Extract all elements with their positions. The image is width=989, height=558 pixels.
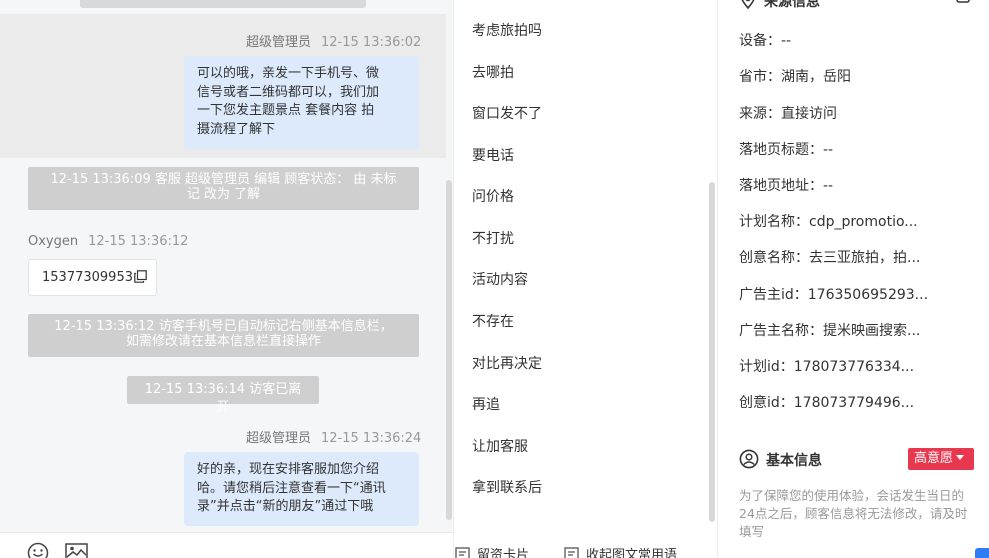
info-device: 设备：-- — [739, 33, 792, 49]
chat-panel: 超级管理员 12-15 13:36:02 可以的哦，亲发一下手机号、微 信号或者二… — [0, 0, 453, 532]
system-message: 12-15 13:36:09 客服 超级管理员 编辑 顾客状态： 由 未标 记 … — [28, 167, 419, 210]
copy-icon[interactable] — [134, 270, 147, 283]
quick-reply-item[interactable]: 考虑旅拍吗 — [472, 20, 542, 40]
agent-message-bubble: 好的亲，现在安排客服加您介绍 哈。请您稍后注意查看一下“通讯 录”并点击“新的朋… — [184, 452, 419, 526]
sender-name: Oxygen — [28, 234, 79, 249]
quick-reply-item[interactable]: 再追 — [472, 394, 500, 414]
caret-down-icon — [956, 455, 965, 460]
quick-reply-panel: 考虑旅拍吗 去哪拍 窗口发不了 要电话 问价格 不打扰 活动内容 不存在 对比再… — [453, 0, 717, 558]
lead-card-label: 留资卡片 — [477, 548, 530, 558]
edit-icon[interactable] — [956, 0, 970, 4]
quick-reply-item[interactable]: 窗口发不了 — [472, 103, 542, 123]
system-message-line: 记 改为 了解 — [186, 187, 261, 202]
system-message-line: 12-15 13:36:12 访客手机号已自动标记右侧基本信息栏， — [54, 319, 393, 334]
sender-name: 超级管理员 — [246, 431, 312, 446]
quick-reply-item[interactable]: 要电话 — [472, 145, 514, 165]
info-advertiser-id: 广告主id：176350695293... — [739, 287, 929, 303]
info-region: 省市：湖南，岳阳 — [739, 69, 851, 85]
floating-action-button[interactable] — [975, 548, 989, 558]
quick-reply-item[interactable]: 不打扰 — [472, 228, 514, 248]
basic-info-header: 基本信息 — [739, 449, 822, 470]
info-edit-notice: 为了保障您的使用体验，会话发生当日的24点之后，顾客信息将无法修改，请及时填写 — [739, 488, 968, 539]
collapse-phrases-button[interactable]: 收起图文常用语 — [564, 544, 677, 558]
message-line: 摄流程了解下 — [197, 121, 276, 137]
basic-info-title: 基本信息 — [766, 453, 822, 469]
message-meta: Oxygen 12-15 13:36:12 — [28, 234, 188, 249]
info-source: 来源：直接访问 — [739, 106, 837, 122]
location-pin-icon — [741, 0, 755, 10]
quick-reply-item[interactable]: 让加客服 — [472, 436, 528, 456]
message-meta: 超级管理员 12-15 13:36:24 — [246, 427, 421, 446]
message-meta: 超级管理员 12-15 13:36:02 — [246, 31, 421, 50]
quick-reply-item[interactable]: 活动内容 — [472, 269, 528, 289]
document-icon — [564, 547, 579, 558]
agent-message-bubble: 可以的哦，亲发一下手机号、微 信号或者二维码都可以，我们加 一下您发主题景点 套… — [184, 56, 419, 149]
system-message-line: 12-15 13:36:09 客服 超级管理员 编辑 顾客状态： 由 未标 — [50, 172, 397, 187]
source-info-title: 来源信息 — [764, 0, 820, 10]
message-line: 哈。请您稍后注意查看一下“通讯 — [197, 480, 386, 496]
visitor-phone-number: 15377309953 — [42, 270, 133, 285]
quick-reply-item[interactable]: 问价格 — [472, 186, 514, 206]
message-time: 12-15 13:36:12 — [88, 234, 189, 249]
info-creative-name: 创意名称：去三亚旅拍，拍... — [739, 250, 921, 266]
info-plan-id: 计划id：178073776334... — [739, 359, 915, 375]
system-message: 12-15 13:36:14 访客已离开 — [127, 376, 319, 415]
visitor-phone-card[interactable]: 15377309953 — [28, 259, 157, 296]
card-icon — [455, 547, 470, 558]
source-info-header: 来源信息 — [739, 0, 820, 11]
system-message-line: 如需修改请在基本信息栏直接操作 — [125, 334, 321, 349]
lead-card-button[interactable]: 留资卡片 — [455, 544, 529, 558]
system-message: 12-15 13:36:12 访客手机号已自动标记右侧基本信息栏， 如需修改请在… — [28, 314, 419, 357]
info-plan-name: 计划名称：cdp_promotio... — [739, 214, 918, 230]
quick-reply-item[interactable]: 对比再决定 — [472, 353, 542, 373]
info-creative-id: 创意id：178073779496... — [739, 395, 915, 411]
message-time: 12-15 13:36:02 — [321, 35, 422, 50]
collapse-phrases-label: 收起图文常用语 — [586, 548, 678, 558]
info-landing-title: 落地页标题：-- — [739, 142, 834, 158]
message-line: 录”并点击“新的朋友”通过下哦 — [197, 499, 374, 514]
message-time: 12-15 13:36:24 — [321, 431, 422, 446]
chat-scrollbar[interactable] — [446, 180, 452, 520]
intent-level-label: 高意愿 — [914, 451, 954, 466]
message-line: 可以的哦，亲发一下手机号、微 — [197, 66, 380, 81]
intent-level-dropdown[interactable]: 高意愿 — [908, 448, 974, 470]
user-icon — [739, 449, 759, 469]
message-line: 好的亲，现在安排客服加您介绍 — [197, 462, 380, 477]
info-advertiser-name: 广告主名称：提米映画搜索... — [739, 323, 921, 339]
message-line: 一下您发主题景点 套餐内容 拍 — [197, 103, 375, 118]
info-landing-url: 落地页地址：-- — [739, 178, 834, 194]
quick-reply-item[interactable]: 不存在 — [472, 311, 514, 331]
previous-message-stub — [80, 0, 366, 8]
quick-reply-item[interactable]: 去哪拍 — [472, 62, 514, 82]
image-icon[interactable] — [65, 542, 88, 558]
chat-toolbar — [0, 532, 453, 558]
sender-name: 超级管理员 — [246, 35, 312, 50]
quick-reply-item[interactable]: 拿到联系后 — [472, 477, 542, 497]
message-line: 信号或者二维码都可以，我们加 — [197, 84, 380, 100]
system-message-line: 12-15 13:36:14 访客已离开 — [144, 382, 302, 415]
customer-info-panel: 来源信息 设备：-- 省市：湖南，岳阳 来源：直接访问 落地页标题：-- 落地页… — [718, 0, 989, 558]
emoji-icon[interactable] — [27, 542, 49, 558]
quick-reply-scrollbar[interactable] — [709, 182, 715, 522]
